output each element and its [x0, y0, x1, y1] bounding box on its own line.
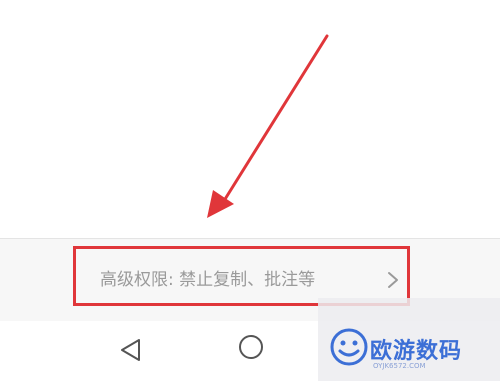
content-area — [0, 0, 500, 238]
back-triangle-icon[interactable] — [111, 330, 151, 370]
home-circle-icon[interactable] — [231, 330, 271, 370]
watermark-url: OYJK6572.COM — [373, 362, 426, 370]
watermark-brand: 欧游数码 — [370, 339, 463, 364]
annotation-highlight-box — [73, 246, 410, 306]
smiley-logo-icon — [330, 328, 368, 366]
